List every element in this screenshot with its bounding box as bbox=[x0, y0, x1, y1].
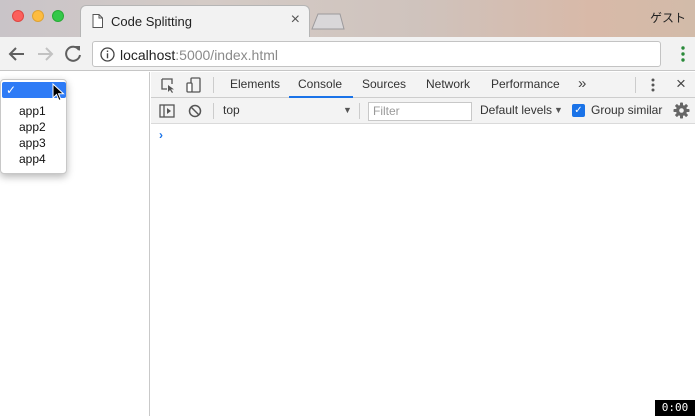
forward-arrow-icon[interactable] bbox=[34, 43, 56, 65]
console-prompt[interactable]: › bbox=[159, 128, 163, 142]
tab-title: Code Splitting bbox=[111, 14, 192, 29]
browser-menu-icon[interactable] bbox=[681, 46, 685, 62]
window-close-button[interactable] bbox=[12, 10, 24, 22]
filter-input[interactable]: Filter bbox=[368, 102, 472, 121]
tab-sources[interactable]: Sources bbox=[362, 77, 406, 91]
more-tabs-button[interactable]: » bbox=[578, 75, 587, 92]
toolbar-divider bbox=[213, 103, 214, 119]
toolbar-divider bbox=[213, 77, 214, 93]
tab-network[interactable]: Network bbox=[426, 77, 470, 91]
toolbar-divider bbox=[359, 103, 360, 119]
window-maximize-button[interactable] bbox=[52, 10, 64, 22]
select-option-app3[interactable]: app3 bbox=[2, 135, 66, 151]
reload-icon[interactable] bbox=[62, 43, 84, 65]
select-option-app1[interactable]: app1 bbox=[2, 103, 66, 119]
group-similar-checkbox[interactable]: ✓ bbox=[572, 104, 585, 117]
browser-toolbar: localhost:5000/index.html bbox=[0, 37, 695, 71]
chevron-down-icon[interactable]: ▼ bbox=[554, 105, 563, 115]
select-option-app4[interactable]: app4 bbox=[2, 151, 66, 167]
context-selector[interactable]: top bbox=[223, 103, 240, 117]
url-text[interactable]: localhost:5000/index.html bbox=[120, 47, 278, 63]
browser-tab[interactable]: Code Splitting × bbox=[80, 5, 310, 37]
url-path: :5000/index.html bbox=[175, 47, 278, 63]
log-levels-dropdown[interactable]: Default levels bbox=[480, 103, 552, 117]
inspect-element-icon[interactable] bbox=[159, 76, 177, 94]
info-icon[interactable] bbox=[100, 47, 115, 62]
title-bar: Code Splitting × ゲスト bbox=[0, 0, 695, 37]
url-host: localhost bbox=[120, 47, 176, 63]
window-minimize-button[interactable] bbox=[32, 10, 44, 22]
address-bar[interactable]: localhost:5000/index.html bbox=[92, 41, 661, 67]
clear-console-icon[interactable] bbox=[186, 102, 204, 120]
tab-console[interactable]: Console bbox=[298, 77, 342, 91]
mouse-cursor-icon bbox=[52, 83, 65, 102]
recording-timer: 0:00 bbox=[655, 400, 695, 416]
page-viewport: ✓ app1 app2 app3 app4 bbox=[0, 72, 150, 416]
new-tab-button[interactable] bbox=[311, 13, 345, 30]
back-arrow-icon[interactable] bbox=[6, 43, 28, 65]
document-icon bbox=[92, 14, 103, 28]
browser-window: Code Splitting × ゲスト localhost:5000/inde… bbox=[0, 0, 695, 416]
chevron-down-icon[interactable]: ▼ bbox=[343, 105, 352, 115]
tab-close-button[interactable]: × bbox=[291, 12, 300, 28]
devtools-panel: Elements Console Sources Network Perform… bbox=[151, 72, 695, 416]
toolbar-divider bbox=[635, 77, 636, 93]
tab-elements[interactable]: Elements bbox=[230, 77, 280, 91]
tab-performance[interactable]: Performance bbox=[491, 77, 560, 91]
console-toolbar: top ▼ Filter Default levels ▼ ✓ Group si… bbox=[151, 98, 695, 124]
devtools-tab-bar: Elements Console Sources Network Perform… bbox=[151, 72, 695, 98]
select-option-app2[interactable]: app2 bbox=[2, 119, 66, 135]
devtools-close-button[interactable]: × bbox=[676, 74, 686, 94]
device-toolbar-icon[interactable] bbox=[185, 76, 203, 94]
gear-icon[interactable] bbox=[673, 102, 690, 119]
devtools-menu-icon[interactable] bbox=[651, 78, 655, 92]
console-sidebar-icon[interactable] bbox=[158, 102, 176, 120]
group-similar-label: Group similar bbox=[591, 103, 663, 117]
profile-name[interactable]: ゲスト bbox=[650, 9, 686, 26]
